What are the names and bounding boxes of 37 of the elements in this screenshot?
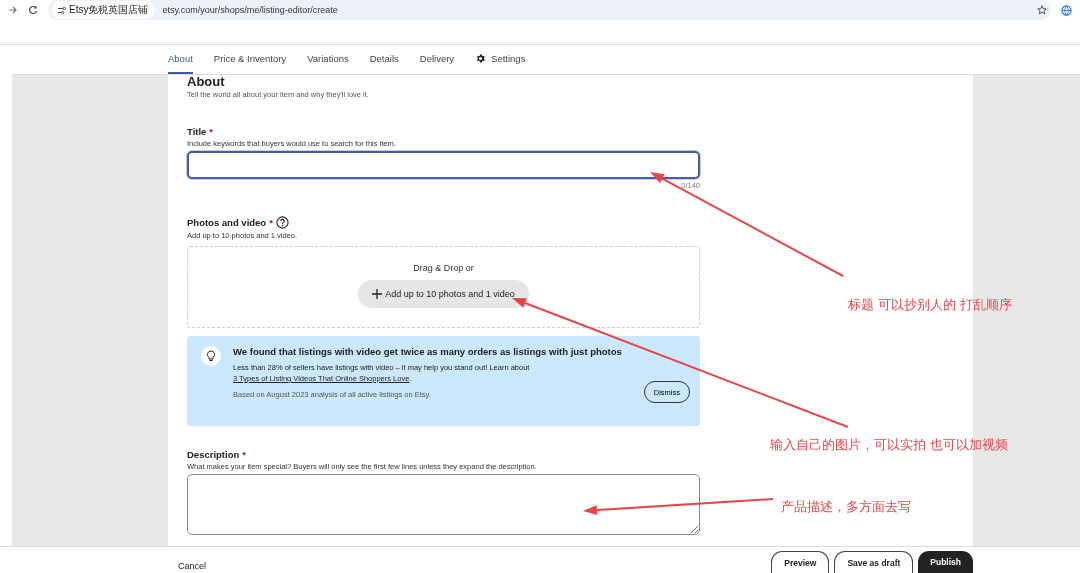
- tab[interactable]: Settings: [475, 45, 526, 74]
- required-mark: *: [242, 449, 246, 460]
- footer-button[interactable]: Save as draft: [834, 551, 914, 573]
- publish-button[interactable]: Publish: [918, 551, 973, 573]
- gear-icon: [475, 53, 487, 64]
- title-label: Title: [187, 126, 207, 137]
- settings-sliders-icon: [58, 6, 66, 14]
- url-text: etsy.com/your/shops/me/listing-editor/create: [162, 5, 339, 15]
- star-icon[interactable]: [1037, 5, 1047, 15]
- globe-icon[interactable]: [1061, 4, 1072, 16]
- annotation-note: 产品描述，多方面去写: [781, 498, 911, 516]
- tab[interactable]: Details: [369, 45, 399, 74]
- photo-drop-zone[interactable]: Drag & Drop or Add up to 10 photos and 1 video: [187, 246, 700, 328]
- tab[interactable]: Delivery: [419, 45, 455, 74]
- title-input-field[interactable]: [187, 151, 700, 179]
- description-label: Description: [187, 449, 240, 460]
- reload-icon[interactable]: [28, 5, 38, 15]
- annotation-note: 标题 可以抄别人的 打乱顺序: [848, 296, 1013, 314]
- drop-text: Drag & Drop or: [413, 263, 474, 273]
- help-icon[interactable]: [275, 216, 289, 229]
- add-photos-button[interactable]: Add up to 10 photos and 1 video: [358, 280, 529, 308]
- section-heading: About: [187, 75, 226, 88]
- footer-button[interactable]: Preview: [771, 551, 830, 573]
- required-mark: *: [269, 217, 273, 228]
- description-input-field[interactable]: [187, 474, 700, 535]
- tip-title: We found that listings with video get twice as many orders as listings with just photos: [233, 346, 623, 358]
- required-mark: *: [209, 126, 214, 137]
- site-info-chip[interactable]: Etsy免税英国店铺: [52, 1, 155, 19]
- forward-icon[interactable]: [8, 5, 18, 15]
- annotation-note: 输入自己的图片，可以实拍 也可以加视频: [770, 436, 1009, 454]
- address-bar[interactable]: Etsy免税英国店铺 etsy.com/your/shops/me/listing-editor/create: [48, 0, 1051, 20]
- cancel-link[interactable]: Cancel: [178, 561, 206, 571]
- lightbulb-icon: [201, 346, 221, 366]
- tab[interactable]: Price & Inventory: [213, 45, 287, 74]
- plus-icon: [372, 289, 383, 299]
- tab[interactable]: Variations: [307, 45, 349, 74]
- photos-label: Photos and video: [187, 217, 267, 228]
